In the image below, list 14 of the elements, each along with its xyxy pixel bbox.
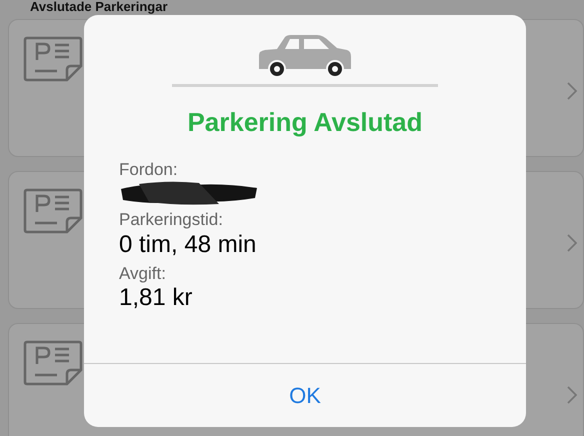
field-value: 0 tim, 48 min — [119, 230, 258, 260]
ok-button[interactable]: OK — [84, 363, 526, 427]
chevron-icon — [567, 386, 577, 404]
page-heading: Avslutade Parkeringar — [30, 0, 169, 14]
field-value: 1,81 kr — [119, 284, 194, 313]
chevron-icon — [567, 234, 577, 252]
parking-ticket-icon — [23, 188, 83, 234]
field-label: Fordon: — [119, 160, 179, 180]
field-label: Parkeringstid: — [119, 210, 224, 231]
parking-ticket-icon — [23, 36, 83, 82]
dialog-title: Parkering Avslutad — [186, 106, 424, 139]
parking-ticket-icon — [23, 340, 83, 386]
chevron-icon — [567, 82, 577, 100]
field-label: Avgift: — [119, 264, 167, 284]
